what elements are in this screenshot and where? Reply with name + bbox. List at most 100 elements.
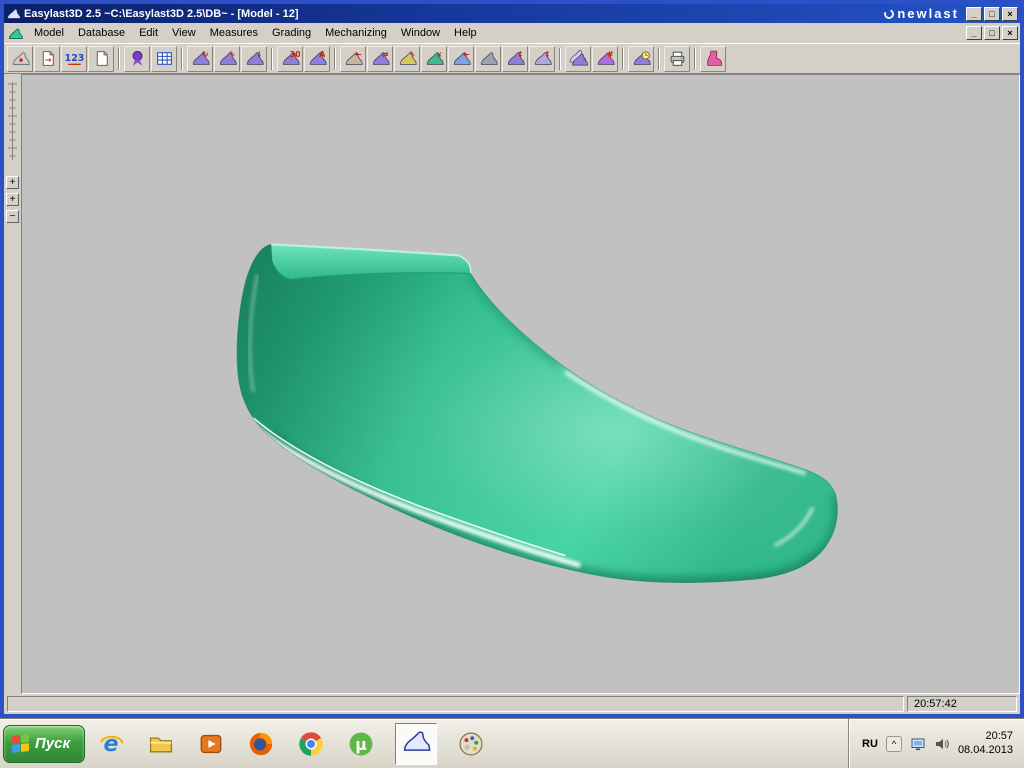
measurement-digits-icon: 123	[65, 53, 84, 65]
menu-grading[interactable]: Grading	[265, 24, 318, 42]
zoom-slider[interactable]	[7, 80, 18, 162]
firefox-icon	[249, 732, 273, 755]
last-edit-button[interactable]: ✎	[214, 45, 240, 72]
toolbar-separator	[658, 47, 660, 70]
volume-icon[interactable]	[934, 736, 950, 752]
wizard-icon	[132, 50, 142, 66]
media-player-button[interactable]	[195, 728, 227, 760]
svg-text:←: ←	[462, 50, 469, 59]
last-copy-icon	[480, 52, 498, 65]
file-explorer-icon	[150, 737, 173, 752]
compass-measure-button[interactable]: A	[304, 45, 330, 72]
print-button[interactable]	[664, 45, 690, 72]
window-title: Easylast3D 2.5 ~C:\Easylast3D 2.5\DB~ - …	[24, 7, 299, 20]
chrome-button[interactable]	[295, 728, 327, 760]
file-explorer-button[interactable]	[145, 728, 177, 760]
last-mark-icon: ✎	[399, 50, 417, 65]
easylast-app-button[interactable]	[395, 722, 438, 765]
svg-text:123: 123	[65, 53, 84, 64]
last-rotate-icon: ↻	[192, 50, 210, 65]
last-top-view-icon	[12, 52, 30, 65]
last-remove-button[interactable]: ×	[421, 45, 447, 72]
wizard-button[interactable]	[124, 45, 150, 72]
import-model-button[interactable]: →	[34, 45, 60, 72]
toolbar-separator	[271, 47, 273, 70]
size-table-button[interactable]	[151, 45, 177, 72]
menu-model[interactable]: Model	[27, 24, 71, 42]
tray-clock[interactable]: 20:57 08.04.2013	[958, 730, 1013, 758]
menu-measures[interactable]: Measures	[203, 24, 265, 42]
svg-text:µ: µ	[355, 735, 366, 753]
svg-text:→: →	[44, 55, 51, 64]
internet-explorer-button[interactable]: e	[95, 728, 127, 760]
utorrent-icon: µ	[349, 732, 373, 755]
last-remove-icon: ×	[426, 50, 444, 65]
last-stretch-button[interactable]: ⇄	[367, 45, 393, 72]
maximize-button[interactable]: □	[984, 6, 1000, 21]
mdi-close-button[interactable]: ×	[1002, 26, 1018, 40]
toolbar-separator	[622, 47, 624, 70]
minimize-button[interactable]: _	[966, 6, 982, 21]
language-indicator[interactable]: RU	[862, 738, 878, 750]
firefox-button[interactable]	[245, 728, 277, 760]
menu-edit[interactable]: Edit	[132, 24, 165, 42]
model-canvas[interactable]	[21, 74, 1020, 694]
mdi-restore-button[interactable]: □	[984, 26, 1000, 40]
last-adjust-button[interactable]: ↕	[529, 45, 555, 72]
last-net-button[interactable]: #	[592, 45, 618, 72]
tray-date: 08.04.2013	[957, 743, 1013, 756]
side-buttons: + + −	[6, 174, 19, 225]
menu-help[interactable]: Help	[447, 24, 484, 42]
size-table-icon	[156, 52, 172, 65]
utorrent-button[interactable]: µ	[345, 728, 377, 760]
menu-mechanizing[interactable]: Mechanizing	[318, 24, 394, 42]
paint-palette-button[interactable]	[455, 728, 487, 760]
title-bar[interactable]: Easylast3D 2.5 ~C:\Easylast3D 2.5\DB~ - …	[4, 4, 1020, 23]
newlast-logo: newlast	[882, 6, 963, 21]
quick-launch-bar: eµ	[95, 722, 487, 765]
start-button[interactable]: Пуск	[3, 724, 86, 763]
toolbar: → 123 ↻ ✎ ↓ 30 A ← ⇄ ✎ × ← ↕ ↕ #	[4, 43, 1020, 74]
last-lower-button[interactable]: ↓	[241, 45, 267, 72]
svg-text:A: A	[319, 50, 326, 59]
menu-window[interactable]: Window	[394, 24, 447, 42]
tray-chevron-button[interactable]: ^	[885, 735, 902, 752]
internet-explorer-icon: e	[100, 731, 124, 757]
last-zoom-time-button[interactable]	[628, 45, 654, 72]
last-net-icon: #	[597, 50, 615, 65]
last-lower-icon: ↓	[246, 50, 264, 65]
network-icon[interactable]	[910, 736, 926, 752]
last-shift-button[interactable]: ←	[448, 45, 474, 72]
angle-30-button[interactable]: 30	[277, 45, 303, 72]
last-height-button[interactable]: ↕	[502, 45, 528, 72]
last-mark-button[interactable]: ✎	[394, 45, 420, 72]
last-adjust-icon: ↕	[534, 50, 552, 65]
last-edit-icon: ✎	[219, 50, 237, 65]
last-info-button[interactable]	[700, 45, 726, 72]
shoe-last-3d-model[interactable]	[22, 75, 1019, 693]
foot-measure-button[interactable]: ←	[340, 45, 366, 72]
last-top-view-button[interactable]	[7, 45, 33, 72]
zoom-in-1-button[interactable]: +	[6, 176, 19, 189]
svg-text:↓: ↓	[255, 50, 262, 59]
side-panel: + + −	[4, 74, 21, 694]
media-player-icon	[200, 734, 222, 753]
zoom-in-2-button[interactable]: +	[6, 193, 19, 206]
compare-lasts-button[interactable]	[565, 45, 591, 72]
newlast-ring-icon	[882, 7, 896, 20]
close-button[interactable]: ×	[1002, 6, 1018, 21]
last-height-icon: ↕	[507, 50, 525, 65]
zoom-out-button[interactable]: −	[6, 210, 19, 223]
compass-measure-icon: A	[309, 50, 327, 65]
last-copy-button[interactable]	[475, 45, 501, 72]
menu-database[interactable]: Database	[71, 24, 132, 42]
measurement-digits-button[interactable]: 123	[61, 45, 87, 72]
mdi-minimize-button[interactable]: _	[966, 26, 982, 40]
toolbar-separator	[694, 47, 696, 70]
status-bar: 20:57:42	[4, 694, 1020, 714]
menu-view[interactable]: View	[165, 24, 203, 42]
last-rotate-button[interactable]: ↻	[187, 45, 213, 72]
last-info-icon	[706, 50, 722, 66]
last-shift-icon: ←	[453, 50, 471, 65]
export-page-button[interactable]	[88, 45, 114, 72]
